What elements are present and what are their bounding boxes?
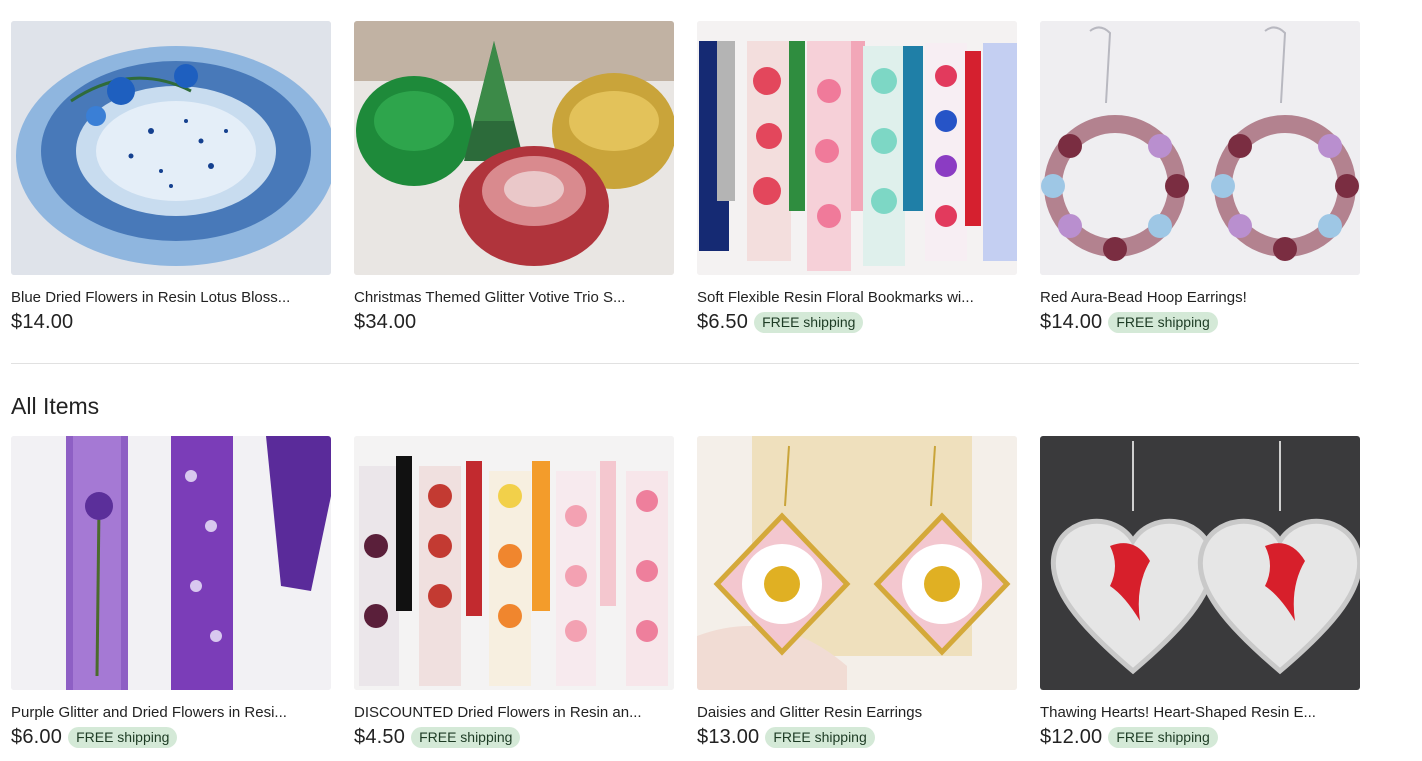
listing-price: $14.00 [1040,310,1103,333]
listing-price: $34.00 [354,310,417,333]
listing-card[interactable]: Purple Glitter and Dried Flowers in Resi… [11,436,331,749]
price-row: $14.00 [11,310,331,334]
listing-title[interactable]: Purple Glitter and Dried Flowers in Resi… [11,704,327,722]
price-row: $13.00 FREE shipping [697,725,1017,749]
listing-title[interactable]: Daisies and Glitter Resin Earrings [697,704,1013,722]
free-shipping-badge: FREE shipping [765,726,875,748]
listing-price: $13.00 [697,725,760,748]
listing-image[interactable] [697,436,1017,690]
listing-title[interactable]: DISCOUNTED Dried Flowers in Resin an... [354,704,670,722]
listing-price: $14.00 [11,310,74,333]
listing-image[interactable] [1040,436,1360,690]
listing-image[interactable] [354,21,674,275]
listing-title[interactable]: Soft Flexible Resin Floral Bookmarks wi.… [697,289,1013,307]
free-shipping-badge: FREE shipping [1108,311,1218,333]
listing-image[interactable] [1040,21,1360,275]
price-row: $34.00 [354,310,674,334]
listing-title[interactable]: Thawing Hearts! Heart-Shaped Resin E... [1040,704,1356,722]
listing-image[interactable] [354,436,674,690]
price-row: $12.00 FREE shipping [1040,725,1360,749]
listing-card[interactable]: Daisies and Glitter Resin Earrings $13.0… [697,436,1017,749]
listing-title[interactable]: Red Aura-Bead Hoop Earrings! [1040,289,1356,307]
listing-image[interactable] [11,21,331,275]
free-shipping-badge: FREE shipping [68,726,178,748]
listing-title[interactable]: Blue Dried Flowers in Resin Lotus Bloss.… [11,289,327,307]
listing-card[interactable]: Red Aura-Bead Hoop Earrings! $14.00 FREE… [1040,21,1360,334]
listing-card[interactable]: Blue Dried Flowers in Resin Lotus Bloss.… [11,21,331,334]
shop-page: Blue Dried Flowers in Resin Lotus Bloss.… [0,0,1422,761]
listing-card[interactable]: DISCOUNTED Dried Flowers in Resin an... … [354,436,674,749]
price-row: $6.50 FREE shipping [697,310,1017,334]
listing-price: $6.00 [11,725,63,748]
price-row: $6.00 FREE shipping [11,725,331,749]
listing-image[interactable] [697,21,1017,275]
free-shipping-badge: FREE shipping [1108,726,1218,748]
listing-price: $12.00 [1040,725,1103,748]
free-shipping-badge: FREE shipping [411,726,521,748]
free-shipping-badge: FREE shipping [754,311,864,333]
featured-items-grid: Blue Dried Flowers in Resin Lotus Bloss.… [11,21,1360,334]
price-row: $4.50 FREE shipping [354,725,674,749]
listing-image[interactable] [11,436,331,690]
listing-card[interactable]: Christmas Themed Glitter Votive Trio S..… [354,21,674,334]
listing-price: $6.50 [697,310,749,333]
listing-title[interactable]: Christmas Themed Glitter Votive Trio S..… [354,289,670,307]
section-title: All Items [11,393,100,419]
listing-price: $4.50 [354,725,406,748]
all-items-grid: Purple Glitter and Dried Flowers in Resi… [11,436,1360,749]
listing-card[interactable]: Soft Flexible Resin Floral Bookmarks wi.… [697,21,1017,334]
price-row: $14.00 FREE shipping [1040,310,1360,334]
section-divider [11,363,1359,364]
listing-card[interactable]: Thawing Hearts! Heart-Shaped Resin E... … [1040,436,1360,749]
